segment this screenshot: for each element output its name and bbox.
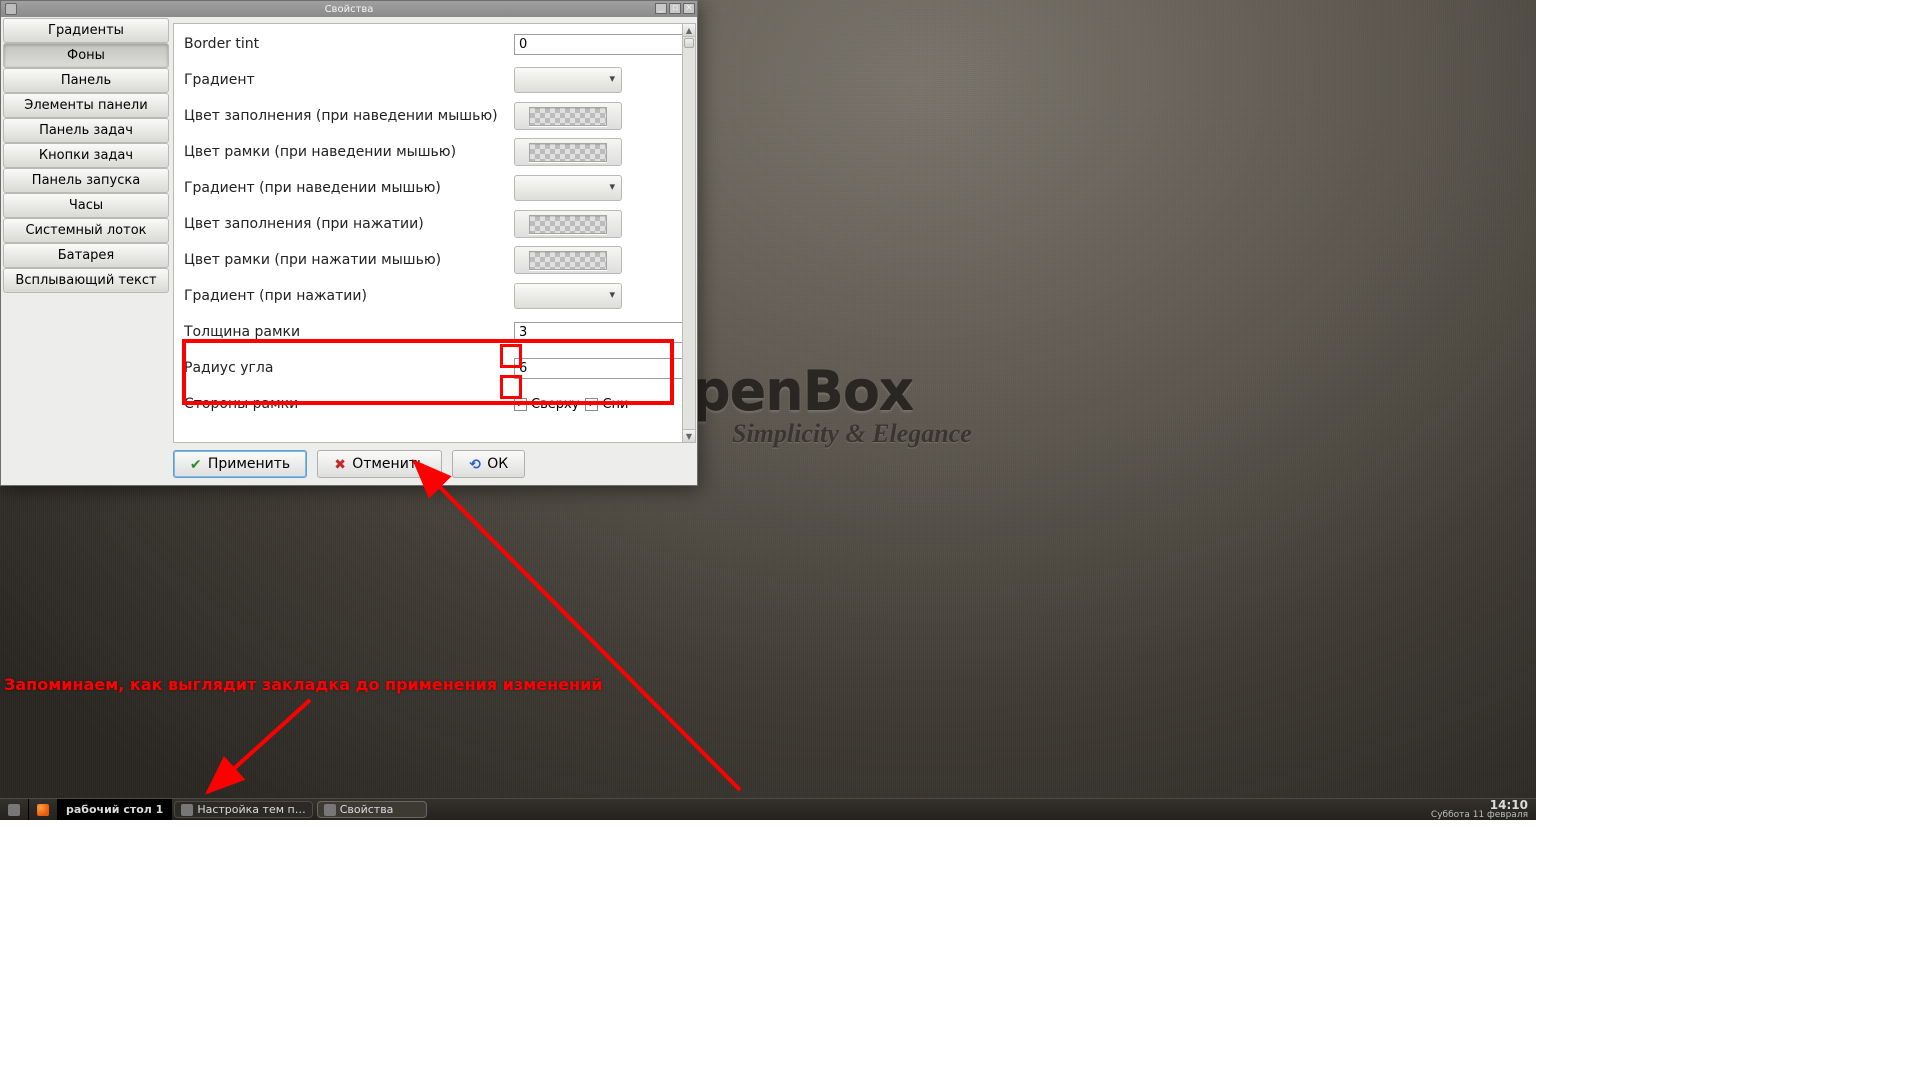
field-label: Градиент (при наведении мышью) [184,180,508,196]
sidebar-item-6[interactable]: Панель запуска [3,168,169,193]
task-label: Настройка тем п… [197,803,305,816]
checkbox-icon: ✓ [585,398,598,411]
spinbox[interactable]: ▲▼ [514,358,683,379]
taskbar-task[interactable]: Настройка тем п… [174,801,312,818]
taskbar-menu-button[interactable] [0,799,29,820]
firefox-icon [37,804,49,816]
brand-subtitle: Simplicity & Elegance [732,419,972,449]
clock-area[interactable]: 14:10 Суббота 11 февраля [1423,799,1536,820]
spinbox[interactable]: ▲▼ [514,322,683,343]
checker-swatch-icon [529,143,607,162]
ok-label: ОК [487,456,508,472]
minimize-button[interactable]: _ [655,3,667,14]
checker-swatch-icon [529,251,607,270]
taskbar: рабочий стол 1 Настройка тем п…Свойства … [0,798,1536,820]
cancel-button[interactable]: ✖ Отменить [317,450,442,478]
spinbox-input[interactable] [515,35,683,54]
close-button[interactable]: × [683,3,695,14]
field-label: Цвет рамки (при нажатии мышью) [184,252,508,268]
sidebar-item-4[interactable]: Панель задач [3,118,169,143]
annotation-text: Запоминаем, как выглядит закладка до при… [4,675,603,694]
sidebar-item-3[interactable]: Элементы панели [3,93,169,118]
combo-box[interactable] [514,283,622,309]
taskbar-firefox-launcher[interactable] [29,799,58,820]
sidebar-item-7[interactable]: Часы [3,193,169,218]
field-label: Толщина рамки [184,324,508,340]
spinbox[interactable]: ▲▼ [514,34,683,55]
task-label: Свойства [340,803,394,816]
spinbox-input[interactable] [515,359,683,378]
checkbox-label: Сни [602,397,628,412]
titlebar[interactable]: Свойства _ ▫ × [1,1,697,17]
color-button[interactable] [514,102,622,130]
field-label: Радиус угла [184,360,508,376]
sidebar-item-5[interactable]: Кнопки задач [3,143,169,168]
cancel-icon: ✖ [334,457,348,471]
field-label: Цвет заполнения (при наведении мышью) [184,108,508,124]
taskbar-task[interactable]: Свойства [317,801,427,818]
field-label: Градиент [184,72,508,88]
scroll-thumb[interactable] [684,38,694,48]
sidebar-item-9[interactable]: Батарея [3,243,169,268]
sidebar-item-8[interactable]: Системный лоток [3,218,169,243]
window-icon [181,804,193,816]
maximize-button[interactable]: ▫ [669,3,681,14]
brand-title: penBox [692,360,972,423]
ok-icon: ⟲ [469,457,483,471]
checker-swatch-icon [529,107,607,126]
color-button[interactable] [514,210,622,238]
workspace-label[interactable]: рабочий стол 1 [58,799,172,820]
checkbox-item[interactable]: ✓ Сни [585,397,628,412]
combo-box[interactable] [514,175,622,201]
sidebar-item-2[interactable]: Панель [3,68,169,93]
vertical-scrollbar[interactable]: ▲ ▼ [682,23,696,443]
workspace-text: рабочий стол 1 [66,803,163,816]
color-button[interactable] [514,138,622,166]
category-sidebar: ГрадиентыФоныПанельЭлементы панелиПанель… [1,17,171,443]
check-icon: ✔ [190,457,204,471]
cancel-label: Отменить [352,456,425,472]
color-button[interactable] [514,246,622,274]
field-label: Цвет заполнения (при нажатии) [184,216,508,232]
ok-button[interactable]: ⟲ ОК [452,450,525,478]
window-title: Свойства [1,4,697,15]
sidebar-item-10[interactable]: Всплывающий текст [3,268,169,293]
clock-date: Суббота 11 февраля [1431,810,1528,820]
field-label: Стороны рамки [184,396,508,412]
field-label: Градиент (при нажатии) [184,288,508,304]
scroll-up-button[interactable]: ▲ [683,24,695,37]
spinbox-input[interactable] [515,323,683,342]
field-label: Цвет рамки (при наведении мышью) [184,144,508,160]
form-panel: Border tint ▲▼ Градиент Цвет заполнения (пр… [173,23,683,443]
window-icon [324,804,336,816]
combo-box[interactable] [514,67,622,93]
properties-window: Свойства _ ▫ × ГрадиентыФоныПанельЭлемен… [0,0,698,486]
window-menu-icon[interactable] [5,3,17,15]
apply-label: Применить [208,456,290,472]
checkbox-item[interactable]: ✓ Сверху [514,397,579,412]
checkbox-icon: ✓ [514,398,527,411]
checker-swatch-icon [529,215,607,234]
clock-time: 14:10 [1431,800,1528,810]
menu-icon [8,804,20,816]
field-label: Border tint [184,36,508,52]
scroll-down-button[interactable]: ▼ [683,429,695,442]
checkbox-label: Сверху [531,397,579,412]
sidebar-item-0[interactable]: Градиенты [3,18,169,43]
sidebar-item-1[interactable]: Фоны [3,43,169,68]
apply-button[interactable]: ✔ Применить [173,450,307,478]
